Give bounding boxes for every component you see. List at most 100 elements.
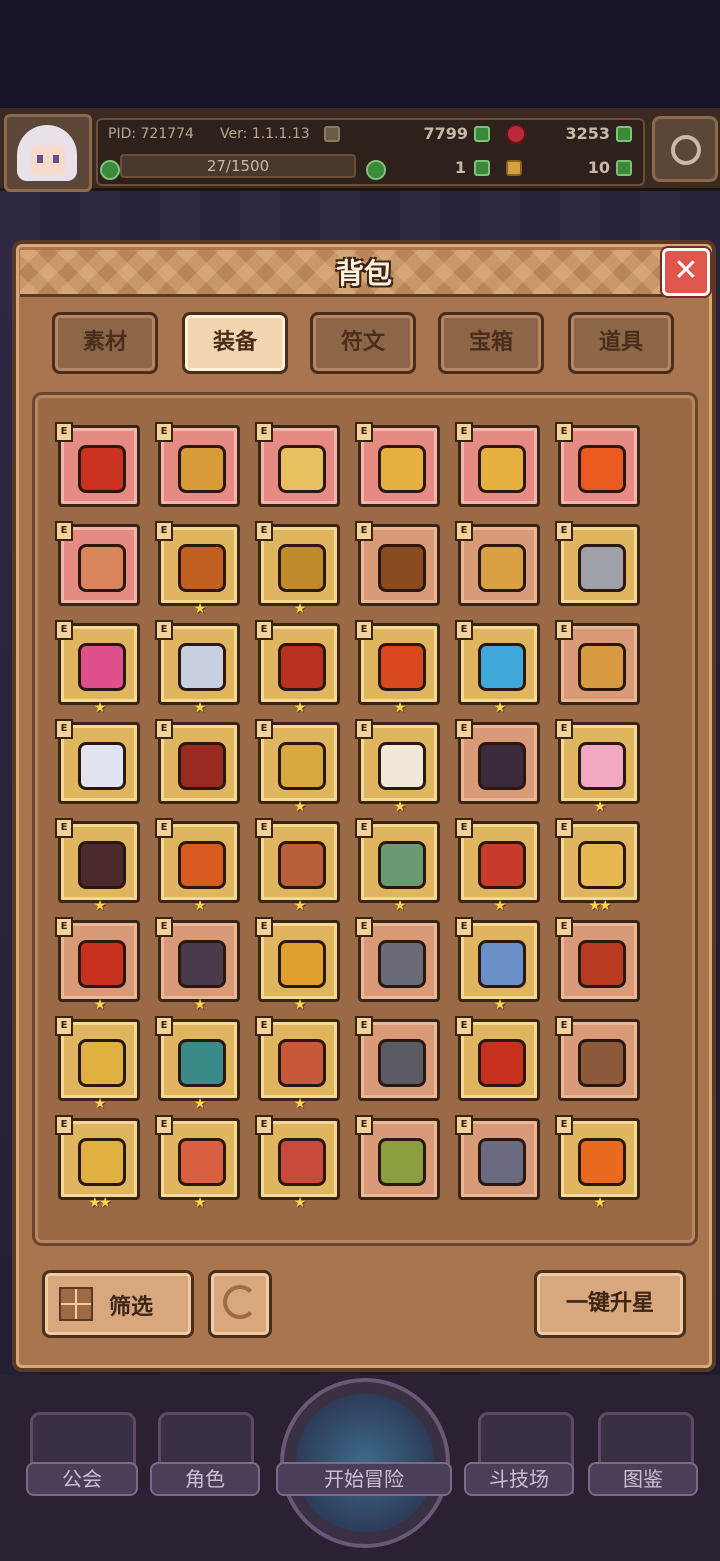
gold-scroll-icon (578, 841, 626, 889)
add-gem-icon[interactable] (616, 126, 632, 142)
item-slot[interactable]: E ★ (55, 917, 140, 1013)
item-slot[interactable]: E (355, 917, 440, 1002)
item-slot[interactable]: E (155, 719, 240, 804)
nav-label-3[interactable]: 斗技场 (464, 1462, 574, 1496)
tab-0[interactable]: 素材 (52, 312, 158, 374)
item-slot[interactable]: E (555, 1016, 640, 1101)
currency-gem: 3253 (565, 124, 610, 143)
item-slot[interactable]: E ★ (455, 917, 540, 1013)
star-rating: ★ (293, 898, 307, 914)
equip-badge: E (555, 818, 573, 838)
item-slot[interactable]: E (455, 719, 540, 804)
item-slot[interactable]: E ★ (155, 521, 240, 617)
upgrade-all-button[interactable]: 一键升星 (534, 1270, 686, 1338)
star-rating: ★ (393, 700, 407, 716)
add-gold-icon[interactable] (474, 126, 490, 142)
item-slot[interactable]: E (455, 422, 540, 507)
white-orb-icon (78, 742, 126, 790)
bear-armor-icon (278, 841, 326, 889)
item-slot[interactable]: E ★ (355, 818, 440, 914)
add-item-1-icon[interactable] (474, 160, 490, 176)
tab-1[interactable]: 装备 (182, 312, 288, 374)
item-slot[interactable]: E (355, 1016, 440, 1101)
item-slot[interactable]: E ★ (155, 620, 240, 716)
item-slot[interactable]: E (55, 422, 140, 507)
item-slot[interactable]: E ★ (155, 1016, 240, 1112)
lava-glove-icon (578, 940, 626, 988)
item-slot[interactable]: E (255, 422, 340, 507)
equip-badge: E (555, 1115, 573, 1135)
close-button[interactable]: ✕ (662, 248, 710, 296)
item-slot[interactable]: E ★ (455, 620, 540, 716)
settings-button[interactable] (652, 116, 718, 182)
item-slot[interactable]: E ★ (255, 1016, 340, 1112)
equip-badge: E (155, 422, 173, 442)
item-slot[interactable]: E ★ (255, 917, 340, 1013)
fire-shield-icon (278, 643, 326, 691)
item-slot[interactable]: E ★ (55, 1016, 140, 1112)
item-slot[interactable]: E (355, 422, 440, 507)
item-slot[interactable]: E ★ (555, 1115, 640, 1211)
equip-badge: E (455, 521, 473, 541)
equip-badge: E (255, 1016, 273, 1036)
star-rating: ★ (93, 1096, 107, 1112)
item-slot[interactable]: E (155, 422, 240, 507)
item-slot[interactable]: E (455, 1115, 540, 1200)
nav-label-0[interactable]: 公会 (26, 1462, 138, 1496)
item-slot[interactable]: E (355, 521, 440, 606)
item-slot[interactable]: E ★ (255, 521, 340, 617)
item-slot[interactable]: E (55, 719, 140, 804)
item-slot[interactable]: E (555, 620, 640, 705)
nav-label-4[interactable]: 图鉴 (588, 1462, 698, 1496)
fire-gem-icon (578, 1138, 626, 1186)
item-slot[interactable]: E (55, 521, 140, 606)
gold-boots-icon (78, 1138, 126, 1186)
item-slot[interactable]: E ★★ (55, 1115, 140, 1211)
arrow-icon (578, 643, 626, 691)
equip-badge: E (455, 719, 473, 739)
item-slot[interactable]: E ★ (555, 719, 640, 815)
item-slot[interactable]: E (555, 521, 640, 606)
add-item-2-icon[interactable] (616, 160, 632, 176)
nav-label-2[interactable]: 开始冒险 (276, 1462, 452, 1496)
item-slot[interactable]: E (555, 422, 640, 507)
item-slot[interactable]: E ★ (55, 620, 140, 716)
item-slot[interactable]: E ★ (255, 620, 340, 716)
item-slot[interactable]: E ★ (155, 917, 240, 1013)
item-slot[interactable]: E ★ (155, 1115, 240, 1211)
equip-badge: E (455, 917, 473, 937)
flame-armor-icon (178, 841, 226, 889)
winged-helm-icon (378, 742, 426, 790)
star-rating: ★ (193, 700, 207, 716)
tab-3[interactable]: 宝箱 (438, 312, 544, 374)
item-slot[interactable]: E ★ (355, 620, 440, 716)
item-slot[interactable]: E ★ (255, 719, 340, 815)
equip-badge: E (155, 818, 173, 838)
tab-4[interactable]: 道具 (568, 312, 674, 374)
top-hud: PID: 721774 Ver: 1.1.1.13 7799 3253 27/1… (0, 108, 720, 192)
refresh-button[interactable] (208, 1270, 272, 1338)
player-avatar[interactable] (4, 114, 92, 192)
star-rating: ★ (93, 997, 107, 1013)
equip-badge: E (255, 719, 273, 739)
item-slot[interactable]: E (455, 521, 540, 606)
item-slot[interactable]: E ★★ (555, 818, 640, 914)
filter-button[interactable]: 筛选 (42, 1270, 194, 1338)
nav-label-1[interactable]: 角色 (150, 1462, 260, 1496)
item-slot[interactable]: E (555, 917, 640, 1002)
red-scroll-icon (78, 940, 126, 988)
item-slot[interactable]: E ★ (355, 719, 440, 815)
item-slot[interactable]: E (355, 1115, 440, 1200)
item-slot[interactable]: E ★ (255, 1115, 340, 1211)
item-slot[interactable]: E ★ (55, 818, 140, 914)
item-count-1: 1 (454, 158, 466, 177)
item-slot[interactable]: E (455, 1016, 540, 1101)
item-slot[interactable]: E ★ (255, 818, 340, 914)
battle-axe-icon (578, 544, 626, 592)
crossed-swords-icon (178, 643, 226, 691)
bear-doll-icon (78, 643, 126, 691)
item-slot[interactable]: E ★ (455, 818, 540, 914)
equip-badge: E (355, 917, 373, 937)
item-slot[interactable]: E ★ (155, 818, 240, 914)
tab-2[interactable]: 符文 (310, 312, 416, 374)
